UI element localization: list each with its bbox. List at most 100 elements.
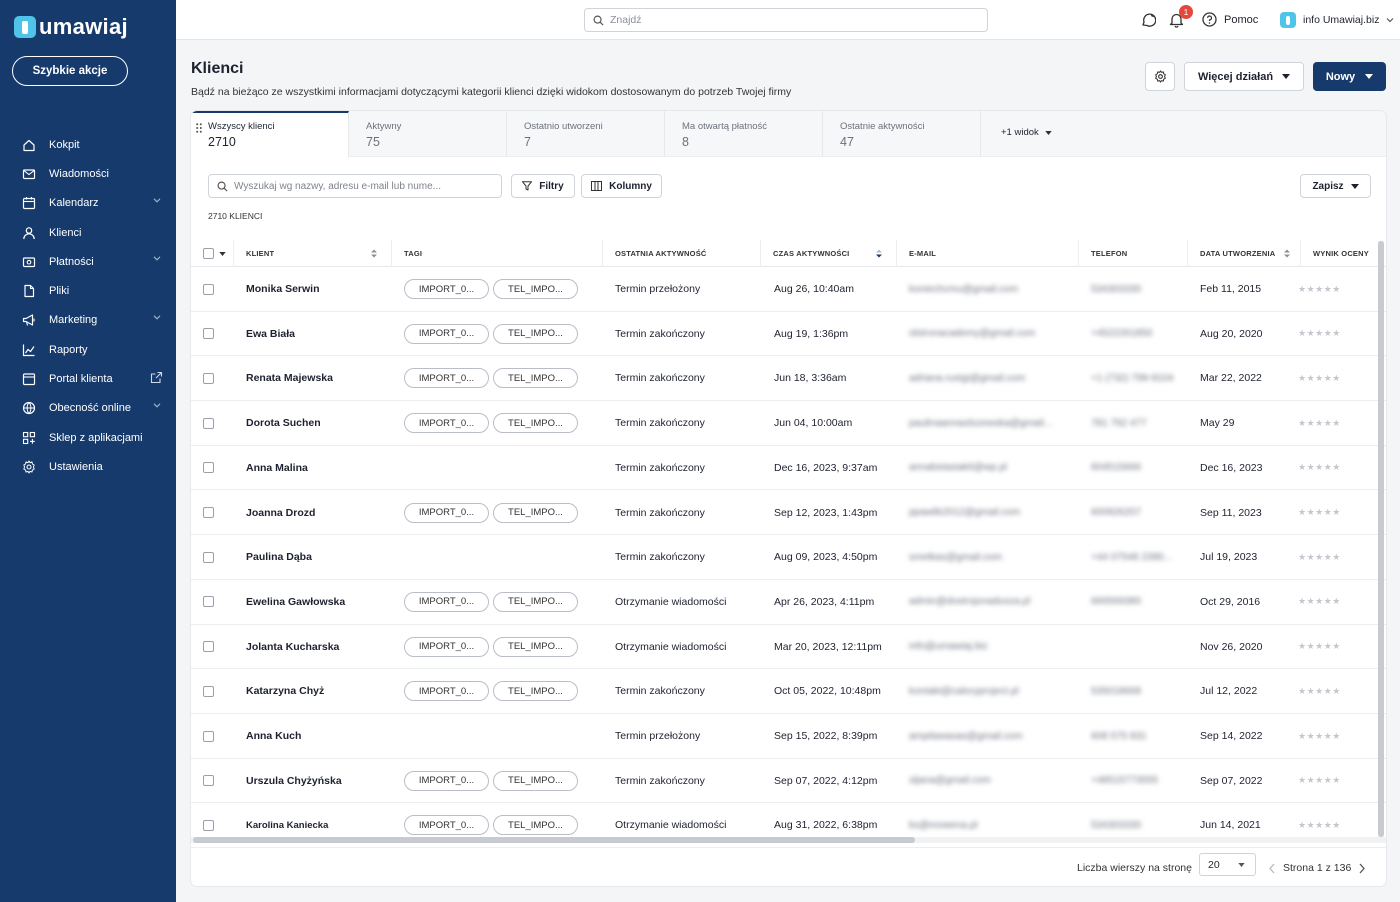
chevron-left-icon[interactable] (1268, 863, 1276, 874)
sidebar-item-raporty[interactable]: Raporty (0, 335, 176, 364)
rows-per-page-select[interactable]: 20 (1199, 853, 1256, 876)
client-name[interactable]: Paulina Dąba (246, 535, 312, 579)
client-email[interactable]: admin@dostrojonadusza.pl (909, 580, 1030, 624)
tag-chip[interactable]: IMPORT_0... (404, 591, 489, 612)
row-checkbox[interactable] (203, 372, 214, 384)
client-email[interactable]: paulinaannaolszewska@gmail... (909, 401, 1052, 445)
drag-handle-icon[interactable] (196, 123, 202, 133)
sidebar-item-kokpit[interactable]: Kokpit (0, 130, 176, 159)
sidebar-item-obecność-online[interactable]: Obecność online (0, 394, 176, 423)
filters-button[interactable]: Filtry (511, 174, 575, 198)
row-checkbox[interactable] (203, 507, 214, 518)
new-button[interactable]: Nowy (1313, 62, 1386, 91)
account-menu[interactable]: info Umawiaj.biz (1280, 12, 1394, 28)
tag-chip[interactable]: TEL_IMPO... (493, 323, 578, 344)
table-row[interactable]: Renata Majewska IMPORT_0... TEL_IMPO... Ter… (191, 356, 1386, 402)
chevron-right-icon[interactable] (1358, 863, 1366, 874)
tag-chip[interactable]: TEL_IMPO... (493, 368, 578, 389)
select-all-header[interactable] (191, 240, 234, 267)
row-checkbox[interactable] (203, 685, 214, 697)
tag-chip[interactable]: IMPORT_0... (404, 815, 489, 836)
client-email[interactable]: olstronacademy@gmail.com (909, 312, 1035, 356)
tag-chip[interactable]: TEL_IMPO... (493, 591, 578, 612)
client-email[interactable]: koniechcmu@gmail.com (909, 267, 1018, 311)
caret-down-icon[interactable] (219, 251, 226, 256)
client-email[interactable]: annabstasiak6@wp.pl (909, 446, 1007, 490)
client-name[interactable]: Monika Serwin (246, 267, 320, 311)
client-email[interactable]: info@umawiaj.biz (909, 625, 988, 669)
table-row[interactable]: Monika Serwin IMPORT_0... TEL_IMPO... Termi… (191, 267, 1386, 312)
column-header-email[interactable]: E-MAIL (897, 240, 1079, 267)
table-row[interactable]: Anna Kuch Termin przełożony Sep 15, 2022, … (191, 714, 1386, 759)
row-checkbox[interactable] (203, 730, 214, 742)
column-header-last-activity[interactable]: OSTATNIA AKTYWNOŚĆ (603, 240, 761, 267)
help-button[interactable]: Pomoc (1202, 12, 1258, 27)
brand-logo[interactable]: umawiaj (14, 14, 128, 40)
sidebar-item-wiadomości[interactable]: Wiadomości (0, 159, 176, 188)
tag-chip[interactable]: TEL_IMPO... (493, 681, 578, 702)
client-email[interactable]: sljana@gmail.com (909, 759, 991, 803)
sidebar-item-portal-klienta[interactable]: Portal klienta (0, 364, 176, 393)
sort-desc-icon[interactable] (876, 249, 882, 258)
row-checkbox[interactable] (203, 641, 214, 653)
tag-chip[interactable]: IMPORT_0... (404, 279, 489, 299)
save-view-button[interactable]: Zapisz (1300, 174, 1371, 198)
table-row[interactable]: Paulina Dąba Termin zakończony Aug 09, 202… (191, 535, 1386, 580)
sidebar-item-klienci[interactable]: Klienci (0, 218, 176, 247)
columns-button[interactable]: Kolumny (581, 174, 662, 198)
tag-chip[interactable]: TEL_IMPO... (493, 815, 578, 836)
tab-wszyscy-klienci[interactable]: Wszyscy klienci 2710 (191, 111, 349, 157)
tag-chip[interactable]: TEL_IMPO... (493, 502, 578, 523)
tag-chip[interactable]: IMPORT_0... (404, 636, 489, 657)
row-checkbox[interactable] (203, 328, 214, 340)
column-header-created[interactable]: DATA UTWORZENIA (1188, 240, 1301, 267)
client-name[interactable]: Urszula Chyżyńska (246, 759, 342, 803)
table-row[interactable]: Urszula Chyżyńska IMPORT_0... TEL_IMPO... T… (191, 759, 1386, 804)
more-views-button[interactable]: +1 widok (981, 111, 1052, 156)
table-row[interactable]: Dorota Suchen IMPORT_0... TEL_IMPO... Termi… (191, 401, 1386, 446)
tag-chip[interactable]: IMPORT_0... (404, 323, 489, 344)
table-row[interactable]: Jolanta Kucharska IMPORT_0... TEL_IMPO... O… (191, 625, 1386, 670)
sidebar-item-marketing[interactable]: Marketing (0, 306, 176, 335)
table-row[interactable]: Ewa Biała IMPORT_0... TEL_IMPO... Termin za… (191, 312, 1386, 357)
client-email[interactable]: ppawlik2012@gmail.com (909, 491, 1020, 535)
client-name[interactable]: Jolanta Kucharska (246, 625, 339, 669)
sort-icon[interactable] (1284, 249, 1290, 258)
tab-aktywny[interactable]: Aktywny 75 (349, 111, 507, 157)
activity-icon[interactable] (1140, 12, 1156, 28)
client-email[interactable]: ampilawasas@gmail.com (909, 714, 1023, 758)
client-name[interactable]: Ewa Biała (246, 312, 295, 356)
select-all-checkbox[interactable] (203, 248, 214, 259)
column-header-activity-time[interactable]: CZAS AKTYWNOŚCI (761, 240, 897, 267)
row-checkbox[interactable] (203, 819, 214, 831)
vertical-scrollbar-thumb[interactable] (1378, 241, 1384, 837)
client-name[interactable]: Anna Kuch (246, 714, 301, 758)
tag-chip[interactable]: IMPORT_0... (404, 770, 489, 791)
sort-icon[interactable] (371, 249, 377, 258)
external-link-icon[interactable] (150, 371, 163, 384)
row-checkbox[interactable] (203, 775, 214, 787)
tab-ostatnio-utworzeni[interactable]: Ostatnio utworzeni 7 (507, 111, 665, 157)
global-search[interactable] (584, 8, 988, 32)
view-settings-button[interactable] (1145, 62, 1175, 91)
column-header-rating[interactable]: WYNIK OCENY (1301, 240, 1386, 267)
more-actions-button[interactable]: Więcej działań (1184, 62, 1304, 91)
tag-chip[interactable]: IMPORT_0... (404, 681, 489, 702)
table-row[interactable]: Joanna Drozd IMPORT_0... TEL_IMPO... Termin… (191, 491, 1386, 536)
client-name[interactable]: Katarzyna Chyż (246, 669, 324, 713)
tag-chip[interactable]: TEL_IMPO... (493, 413, 578, 434)
sidebar-item-ustawienia[interactable]: Ustawienia (0, 452, 176, 481)
row-checkbox[interactable] (203, 462, 214, 474)
client-name[interactable]: Anna Malina (246, 446, 308, 490)
client-name[interactable]: Ewelina Gawłowska (246, 580, 345, 624)
quick-actions-button[interactable]: Szybkie akcje (12, 56, 128, 86)
table-row[interactable]: Katarzyna Chyż IMPORT_0... TEL_IMPO... Term… (191, 669, 1386, 714)
client-email[interactable]: kontakt@caloryproject.pl (909, 669, 1019, 713)
client-email[interactable]: smetkas@gmail.com (909, 535, 1002, 579)
vertical-scrollbar[interactable] (1378, 241, 1384, 837)
tag-chip[interactable]: IMPORT_0... (404, 502, 489, 523)
tag-chip[interactable]: TEL_IMPO... (493, 279, 578, 299)
tag-chip[interactable]: TEL_IMPO... (493, 770, 578, 791)
tab-ma-otwartą-płatność[interactable]: Ma otwartą płatność 8 (665, 111, 823, 157)
table-row[interactable]: Ewelina Gawłowska IMPORT_0... TEL_IMPO... O… (191, 580, 1386, 625)
